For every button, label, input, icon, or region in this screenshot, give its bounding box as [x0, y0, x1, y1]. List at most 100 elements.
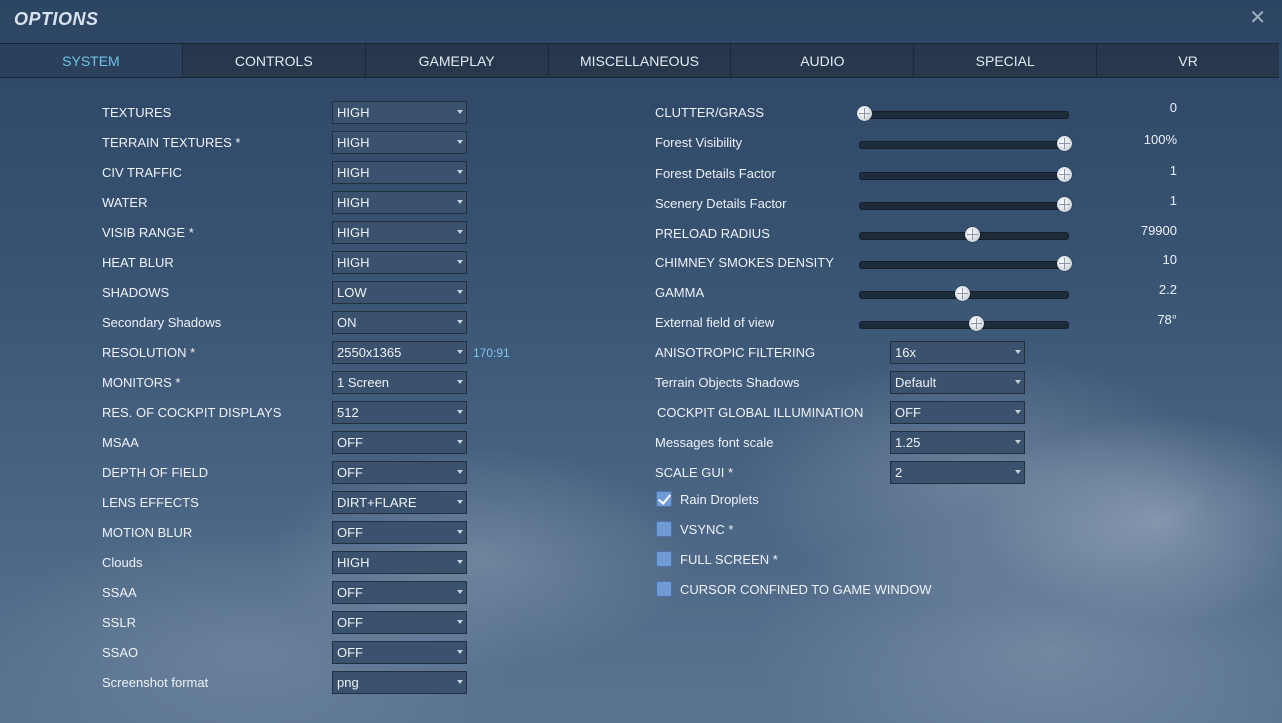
slider-value-clutter-grass: 0 — [1169, 100, 1177, 115]
setting-label-textures: TEXTURES — [102, 105, 172, 120]
dropdown-value: DIRT+FLARE — [337, 495, 417, 510]
slider-value-scenery-details-factor: 1 — [1169, 193, 1177, 208]
tab-audio[interactable]: AUDIO — [731, 44, 915, 77]
chevron-down-icon — [457, 500, 463, 504]
checkbox-label-full-screen[interactable]: FULL SCREEN * — [680, 548, 778, 572]
tab-vr[interactable]: VR — [1097, 44, 1280, 77]
dropdown-value: 2 — [895, 465, 903, 480]
dropdown-value: Default — [895, 375, 937, 390]
setting-label-shadows: SHADOWS — [102, 285, 170, 300]
dropdown-value: HIGH — [337, 165, 370, 180]
tab-special[interactable]: SPECIAL — [914, 44, 1098, 77]
dropdown-shadows[interactable]: LOW — [332, 281, 467, 304]
slider-label-chimney-smokes-density: CHIMNEY SMOKES DENSITY — [655, 255, 834, 270]
slider-forest-details-factor[interactable] — [859, 163, 1072, 187]
dropdown-secondary-shadows[interactable]: ON — [332, 311, 467, 334]
slider-value-gamma: 2.2 — [1158, 282, 1177, 297]
dropdown-screenshot-format[interactable]: png — [332, 671, 467, 694]
dropdown-clouds[interactable]: HIGH — [332, 551, 467, 574]
slider-handle[interactable] — [969, 316, 984, 331]
slider-preload-radius[interactable] — [859, 223, 1069, 247]
dropdown-sslr[interactable]: OFF — [332, 611, 467, 634]
slider-value-forest-details-factor: 1 — [1169, 163, 1177, 178]
checkbox-vsync[interactable] — [656, 521, 672, 537]
slider-external-field-of-view[interactable] — [859, 312, 1069, 336]
chevron-down-icon — [1015, 470, 1021, 474]
chevron-down-icon — [457, 620, 463, 624]
slider-handle[interactable] — [1057, 256, 1072, 271]
chevron-down-icon — [457, 230, 463, 234]
dropdown-messages-font-scale[interactable]: 1.25 — [890, 431, 1025, 454]
slider-handle[interactable] — [1057, 167, 1072, 182]
dropdown-motion-blur[interactable]: OFF — [332, 521, 467, 544]
dropdown-ssaa[interactable]: OFF — [332, 581, 467, 604]
dropdown-value: HIGH — [337, 135, 370, 150]
slider-handle[interactable] — [857, 106, 872, 121]
chevron-down-icon — [457, 200, 463, 204]
dropdown-msaa[interactable]: OFF — [332, 431, 467, 454]
checkbox-full-screen[interactable] — [656, 551, 672, 567]
checkbox-label-vsync[interactable]: VSYNC * — [680, 518, 733, 542]
setting-label-screenshot-format: Screenshot format — [102, 675, 209, 690]
slider-handle[interactable] — [1057, 197, 1072, 212]
slider-gamma[interactable] — [859, 282, 1069, 306]
slider-handle[interactable] — [955, 286, 970, 301]
checkbox-rain-droplets[interactable] — [656, 491, 672, 507]
slider-track — [859, 141, 1069, 149]
slider-forest-visibility[interactable] — [859, 132, 1072, 156]
tab-gameplay[interactable]: GAMEPLAY — [365, 44, 549, 77]
close-icon[interactable]: ✕ — [1249, 8, 1266, 28]
dropdown-value: png — [337, 675, 359, 690]
dropdown-value: 1.25 — [895, 435, 921, 450]
dropdown-visib-range[interactable]: HIGH — [332, 221, 467, 244]
setting-label-terrain-textures: TERRAIN TEXTURES * — [102, 135, 241, 150]
dropdown-monitors[interactable]: 1 Screen — [332, 371, 467, 394]
dropdown-scale-gui[interactable]: 2 — [890, 461, 1025, 484]
chevron-down-icon — [1015, 440, 1021, 444]
dropdown-value: OFF — [337, 435, 363, 450]
checkmark-icon — [657, 491, 672, 505]
setting-label-depth-of-field: DEPTH OF FIELD — [102, 465, 209, 480]
slider-scenery-details-factor[interactable] — [859, 193, 1072, 217]
slider-handle[interactable] — [1057, 136, 1072, 151]
slider-clutter-grass[interactable] — [857, 102, 1069, 126]
setting-label-civ-traffic: CIV TRAFFIC — [102, 165, 182, 180]
dropdown-lens-effects[interactable]: DIRT+FLARE — [332, 491, 467, 514]
checkbox-label-rain-droplets[interactable]: Rain Droplets — [680, 488, 759, 512]
chevron-down-icon — [457, 380, 463, 384]
chevron-down-icon — [457, 590, 463, 594]
title-bar: OPTIONS ✕ — [0, 0, 1282, 42]
tab-bar: SYSTEM CONTROLS GAMEPLAY MISCELLANEOUS AUDIO… — [0, 43, 1280, 78]
slider-label-external-field-of-view: External field of view — [655, 315, 775, 330]
dropdown-depth-of-field[interactable]: OFF — [332, 461, 467, 484]
slider-track — [859, 261, 1069, 269]
setting-label-ssaa: SSAA — [102, 585, 137, 600]
chevron-down-icon — [457, 440, 463, 444]
dropdown-water[interactable]: HIGH — [332, 191, 467, 214]
dropdown-heat-blur[interactable]: HIGH — [332, 251, 467, 274]
chevron-down-icon — [1015, 350, 1021, 354]
dropdown-res-of-cockpit-displays[interactable]: 512 — [332, 401, 467, 424]
dropdown-terrain-objects-shadows[interactable]: Default — [890, 371, 1025, 394]
slider-chimney-smokes-density[interactable] — [859, 252, 1072, 276]
dropdown-ssao[interactable]: OFF — [332, 641, 467, 664]
dropdown-terrain-textures[interactable]: HIGH — [332, 131, 467, 154]
dropdown-value: OFF — [337, 525, 363, 540]
slider-handle[interactable] — [965, 227, 980, 242]
dropdown-anisotropic-filtering[interactable]: 16x — [890, 341, 1025, 364]
tab-system[interactable]: SYSTEM — [0, 44, 183, 77]
setting-label-msaa: MSAA — [102, 435, 139, 450]
checkbox-label-cursor-confined-to-game-window[interactable]: CURSOR CONFINED TO GAME WINDOW — [680, 578, 932, 602]
checkbox-cursor-confined-to-game-window[interactable] — [656, 581, 672, 597]
dropdown-cockpit-global-illumination[interactable]: OFF — [890, 401, 1025, 424]
dropdown-resolution[interactable]: 2550x1365 — [332, 341, 467, 364]
setting-label-anisotropic-filtering: ANISOTROPIC FILTERING — [655, 345, 816, 360]
dropdown-textures[interactable]: HIGH — [332, 101, 467, 124]
tab-controls[interactable]: CONTROLS — [182, 44, 366, 77]
chevron-down-icon — [1015, 410, 1021, 414]
tab-miscellaneous[interactable]: MISCELLANEOUS — [548, 44, 732, 77]
dropdown-civ-traffic[interactable]: HIGH — [332, 161, 467, 184]
slider-track — [859, 232, 1069, 240]
dropdown-value: HIGH — [337, 255, 370, 270]
slider-track — [859, 172, 1069, 180]
